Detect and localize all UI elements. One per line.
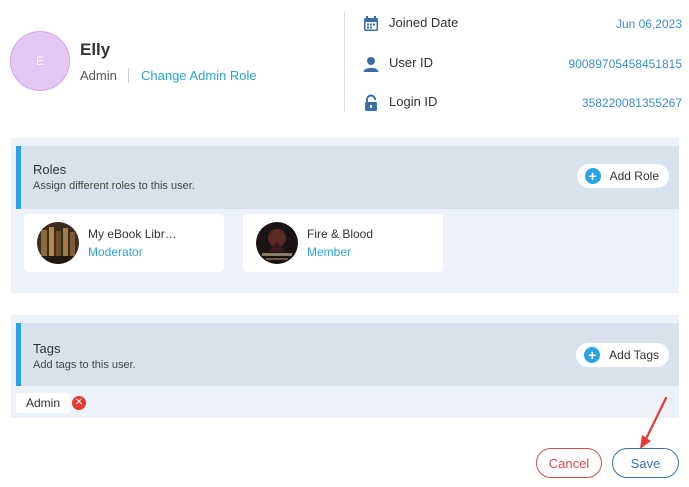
info-row-login-id: Login ID 358220081355267 — [362, 93, 682, 113]
roles-section: Roles Assign different roles to this use… — [11, 138, 679, 293]
role-card-ebook-library[interactable]: My eBook Libr… Moderator — [24, 214, 224, 272]
tags-header: Tags Add tags to this user. + Add Tags — [16, 323, 679, 386]
tags-subtitle: Add tags to this user. — [33, 359, 136, 371]
roles-subtitle: Assign different roles to this user. — [33, 180, 195, 192]
tag-chip: Admin — [16, 393, 71, 413]
role-separator — [128, 68, 129, 83]
user-icon — [362, 55, 380, 73]
lock-icon — [362, 94, 380, 112]
plus-icon: + — [584, 168, 601, 184]
roles-title: Roles — [33, 162, 67, 177]
calendar-icon — [362, 15, 380, 33]
cancel-button[interactable]: Cancel — [536, 448, 602, 478]
info-row-joined-date: Joined Date Jun 06,2023 — [362, 14, 682, 34]
avatar-initial: E — [35, 54, 44, 68]
user-id-value: 90089705458451815 — [568, 57, 682, 71]
login-id-label: Login ID — [389, 94, 438, 109]
add-tags-label: Add Tags — [609, 348, 659, 362]
role-permission: Moderator — [88, 245, 143, 259]
roles-header: Roles Assign different roles to this use… — [16, 146, 679, 209]
info-row-user-id: User ID 90089705458451815 — [362, 54, 682, 74]
library-image-icon — [37, 222, 79, 264]
joined-date-value: Jun 06,2023 — [615, 17, 682, 31]
add-role-label: Add Role — [609, 169, 659, 183]
user-role: Admin — [80, 68, 117, 83]
role-card-fire-and-blood[interactable]: Fire & Blood Member — [243, 214, 443, 272]
add-role-button[interactable]: + Add Role — [576, 164, 669, 188]
role-name: My eBook Libr… — [88, 227, 177, 241]
book-cover-image-icon — [256, 222, 298, 264]
avatar: E — [10, 31, 70, 91]
login-id-value: 358220081355267 — [581, 96, 682, 110]
plus-icon: + — [584, 347, 601, 363]
header-divider — [344, 12, 345, 112]
tags-section: Tags Add tags to this user. + Add Tags A… — [11, 315, 679, 418]
change-admin-role-link[interactable]: Change Admin Role — [141, 68, 257, 83]
remove-tag-icon[interactable]: ✕ — [72, 396, 86, 410]
annotation-arrow-icon — [640, 396, 668, 449]
tags-title: Tags — [33, 341, 61, 356]
role-permission: Member — [307, 245, 352, 259]
user-name: Elly — [80, 40, 111, 59]
user-id-label: User ID — [389, 55, 434, 70]
role-name: Fire & Blood — [307, 227, 374, 241]
joined-date-label: Joined Date — [389, 15, 459, 30]
add-tags-button[interactable]: + Add Tags — [576, 343, 669, 367]
save-button[interactable]: Save — [612, 448, 679, 478]
